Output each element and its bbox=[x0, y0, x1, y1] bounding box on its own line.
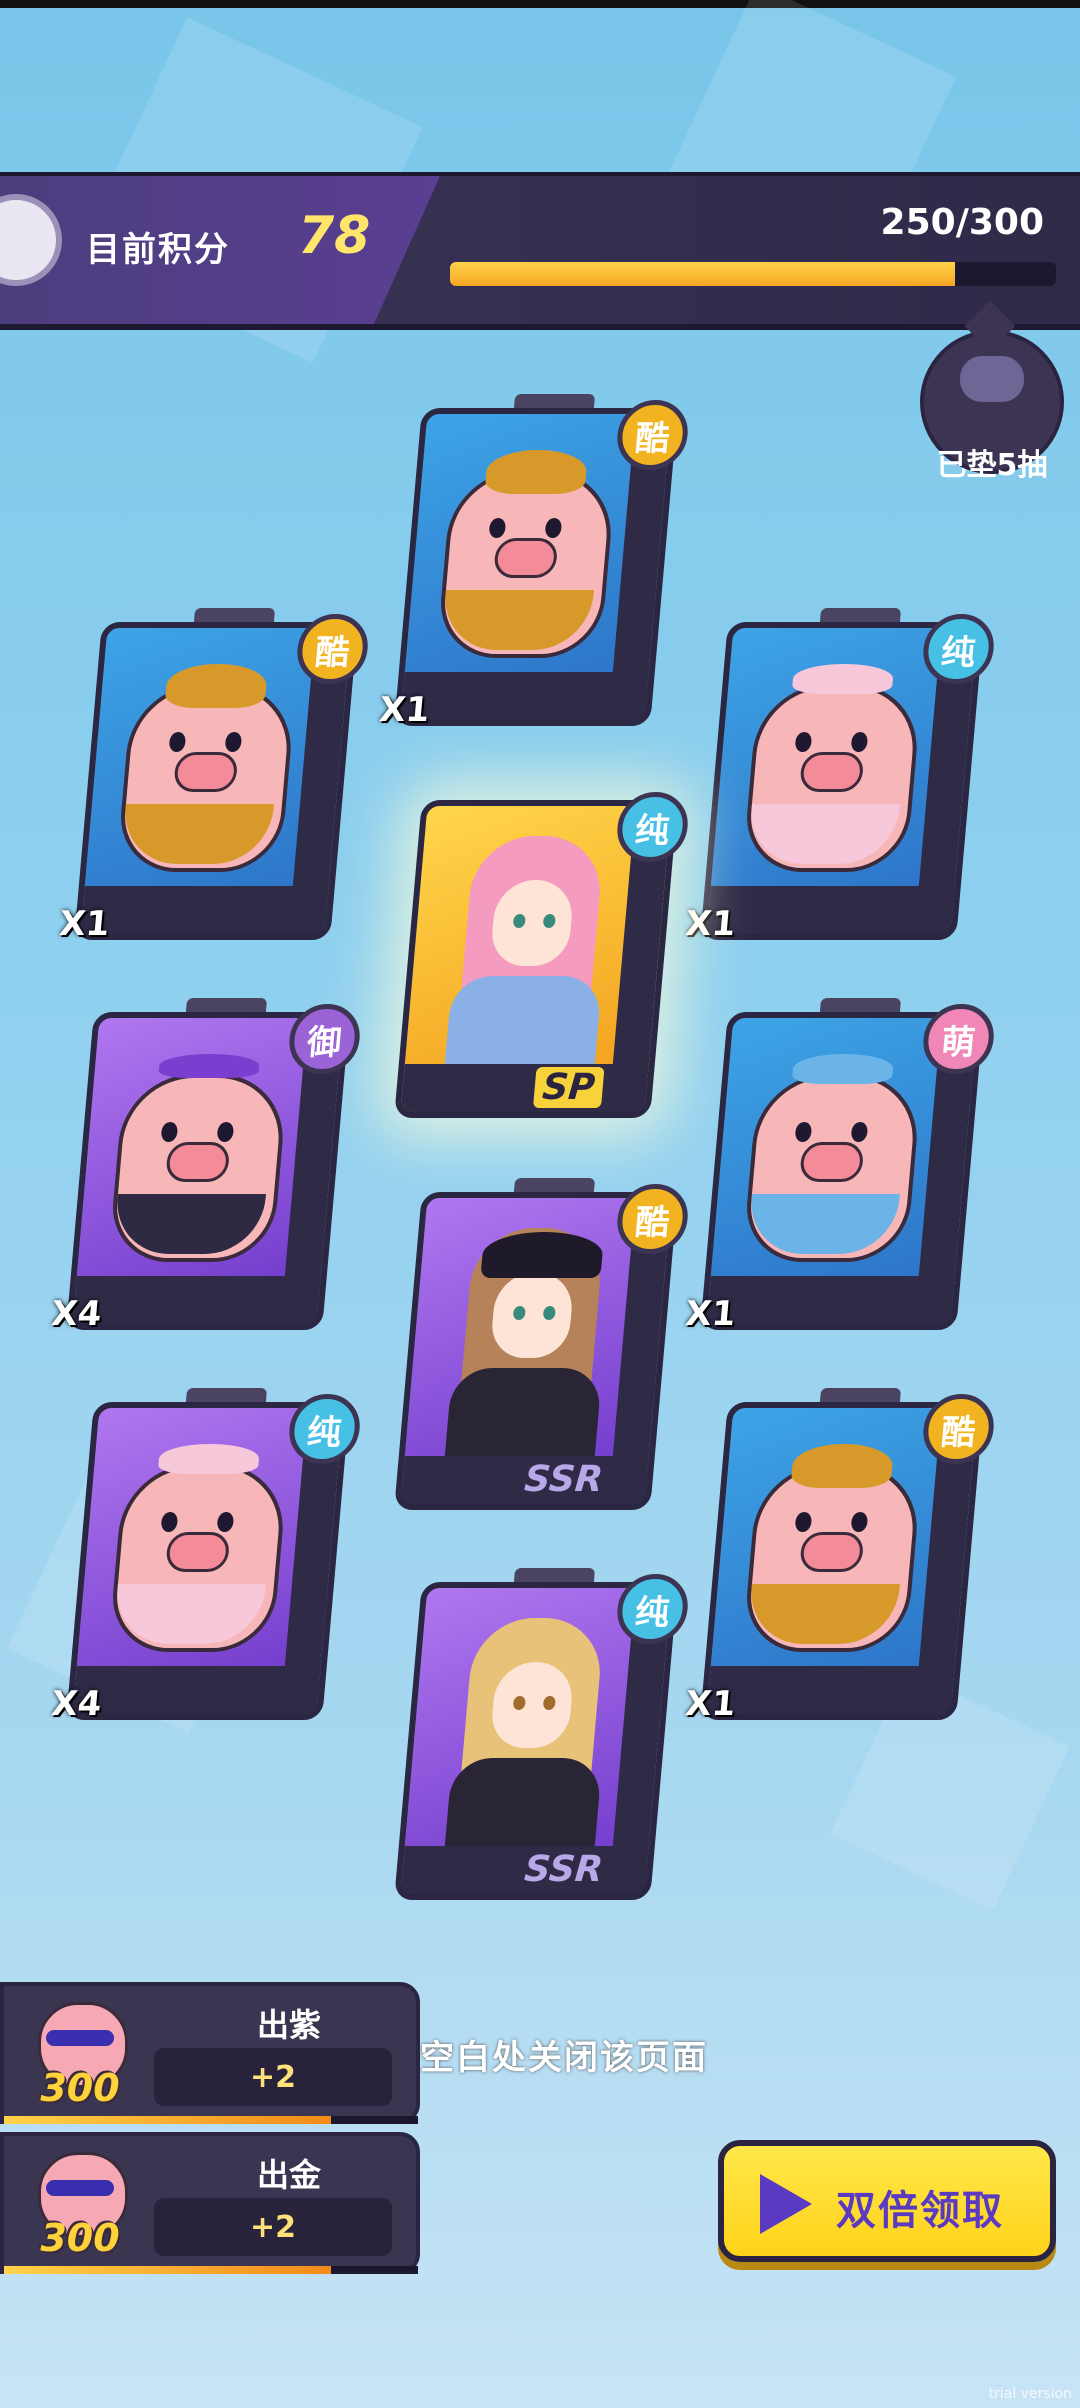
progress-text: 250/300 bbox=[880, 202, 1044, 243]
reward-title: 出金 bbox=[256, 2156, 321, 2194]
character-figure bbox=[435, 826, 626, 1066]
card-pig-pure-left[interactable]: 纯 X4 bbox=[50, 1388, 363, 1724]
card-rarity: SSR bbox=[522, 1849, 605, 1890]
pity-text: 已垫5抽 bbox=[936, 448, 1048, 483]
card-badge: 酷 bbox=[920, 1394, 997, 1464]
close-hint[interactable]: 空白处关闭该页面 bbox=[420, 2030, 708, 2079]
reward-gold: 300 出金 +2 bbox=[0, 2132, 420, 2274]
character-figure bbox=[435, 1218, 626, 1458]
card-count: X1 bbox=[683, 904, 738, 944]
pig-figure bbox=[737, 1044, 923, 1262]
pig-figure bbox=[431, 440, 617, 658]
card-count: X4 bbox=[49, 1684, 104, 1724]
double-claim-label: 双倍领取 bbox=[836, 2188, 1004, 2234]
card-count: X1 bbox=[683, 1294, 738, 1334]
score-panel: 目前积分 78 bbox=[0, 176, 440, 324]
card-pig-royal-left[interactable]: 御 X4 bbox=[50, 998, 363, 1334]
progress-fill bbox=[450, 262, 955, 286]
character-figure bbox=[435, 1608, 626, 1848]
card-badge: 酷 bbox=[294, 614, 371, 684]
card-sp-character[interactable]: SP 纯 bbox=[394, 792, 691, 1118]
reward-icon-value: 300 bbox=[40, 2216, 120, 2260]
card-ssr-character-1[interactable]: SSR 酷 bbox=[394, 1178, 691, 1510]
card-rarity: SP bbox=[532, 1067, 605, 1108]
card-badge: 纯 bbox=[286, 1394, 363, 1464]
card-rarity: SSR bbox=[522, 1459, 605, 1500]
pig-figure bbox=[111, 654, 297, 872]
avatar[interactable] bbox=[0, 194, 62, 286]
pig-figure bbox=[103, 1044, 289, 1262]
pig-figure bbox=[737, 654, 923, 872]
card-badge: 萌 bbox=[920, 1004, 997, 1074]
pig-figure bbox=[737, 1434, 923, 1652]
double-claim-button[interactable]: 双倍领取 bbox=[718, 2140, 1056, 2262]
score-value: 78 bbox=[298, 206, 371, 266]
card-pig-cool-left[interactable]: 酷 X1 bbox=[58, 608, 371, 944]
card-badge: 纯 bbox=[614, 1574, 691, 1644]
card-clip bbox=[513, 394, 596, 408]
pig-sunglasses-icon: 300 bbox=[24, 2002, 136, 2114]
card-count: X1 bbox=[683, 1684, 738, 1724]
card-pig-cool-top[interactable]: 酷 X1 bbox=[378, 394, 691, 730]
card-badge: 御 bbox=[286, 1004, 363, 1074]
card-count: X4 bbox=[49, 1294, 104, 1334]
reward-bonus: +2 bbox=[154, 2048, 392, 2106]
card-badge: 纯 bbox=[920, 614, 997, 684]
card-count: X1 bbox=[57, 904, 112, 944]
reward-icon-value: 300 bbox=[40, 2066, 120, 2110]
pig-sunglasses-icon: 300 bbox=[24, 2152, 136, 2264]
card-pig-cool-right[interactable]: 酷 X1 bbox=[684, 1388, 997, 1724]
card-count: X1 bbox=[377, 690, 432, 730]
pig-figure bbox=[103, 1434, 289, 1652]
reward-bonus: +2 bbox=[154, 2198, 392, 2256]
reward-progress bbox=[4, 2116, 418, 2124]
card-badge: 酷 bbox=[614, 400, 691, 470]
reward-purple: 300 出紫 +2 bbox=[0, 1982, 420, 2124]
card-badge: 纯 bbox=[614, 792, 691, 862]
reward-title: 出紫 bbox=[256, 2006, 321, 2044]
score-label: 目前积分 bbox=[86, 230, 230, 270]
card-ssr-character-2[interactable]: SSR 纯 bbox=[394, 1568, 691, 1900]
play-icon bbox=[760, 2174, 812, 2234]
reward-progress bbox=[4, 2266, 418, 2274]
score-bar: 目前积分 78 250/300 bbox=[0, 172, 1080, 330]
card-badge: 酷 bbox=[614, 1184, 691, 1254]
card-pig-pure-right[interactable]: 纯 X1 bbox=[684, 608, 997, 944]
pig-icon bbox=[960, 356, 1024, 402]
pity-badge: 已垫5抽 bbox=[920, 330, 1064, 483]
progress-bar bbox=[450, 262, 1056, 286]
watermark: trial version bbox=[988, 2386, 1072, 2402]
status-strip bbox=[0, 0, 1080, 8]
card-pig-cute-right[interactable]: 萌 X1 bbox=[684, 998, 997, 1334]
